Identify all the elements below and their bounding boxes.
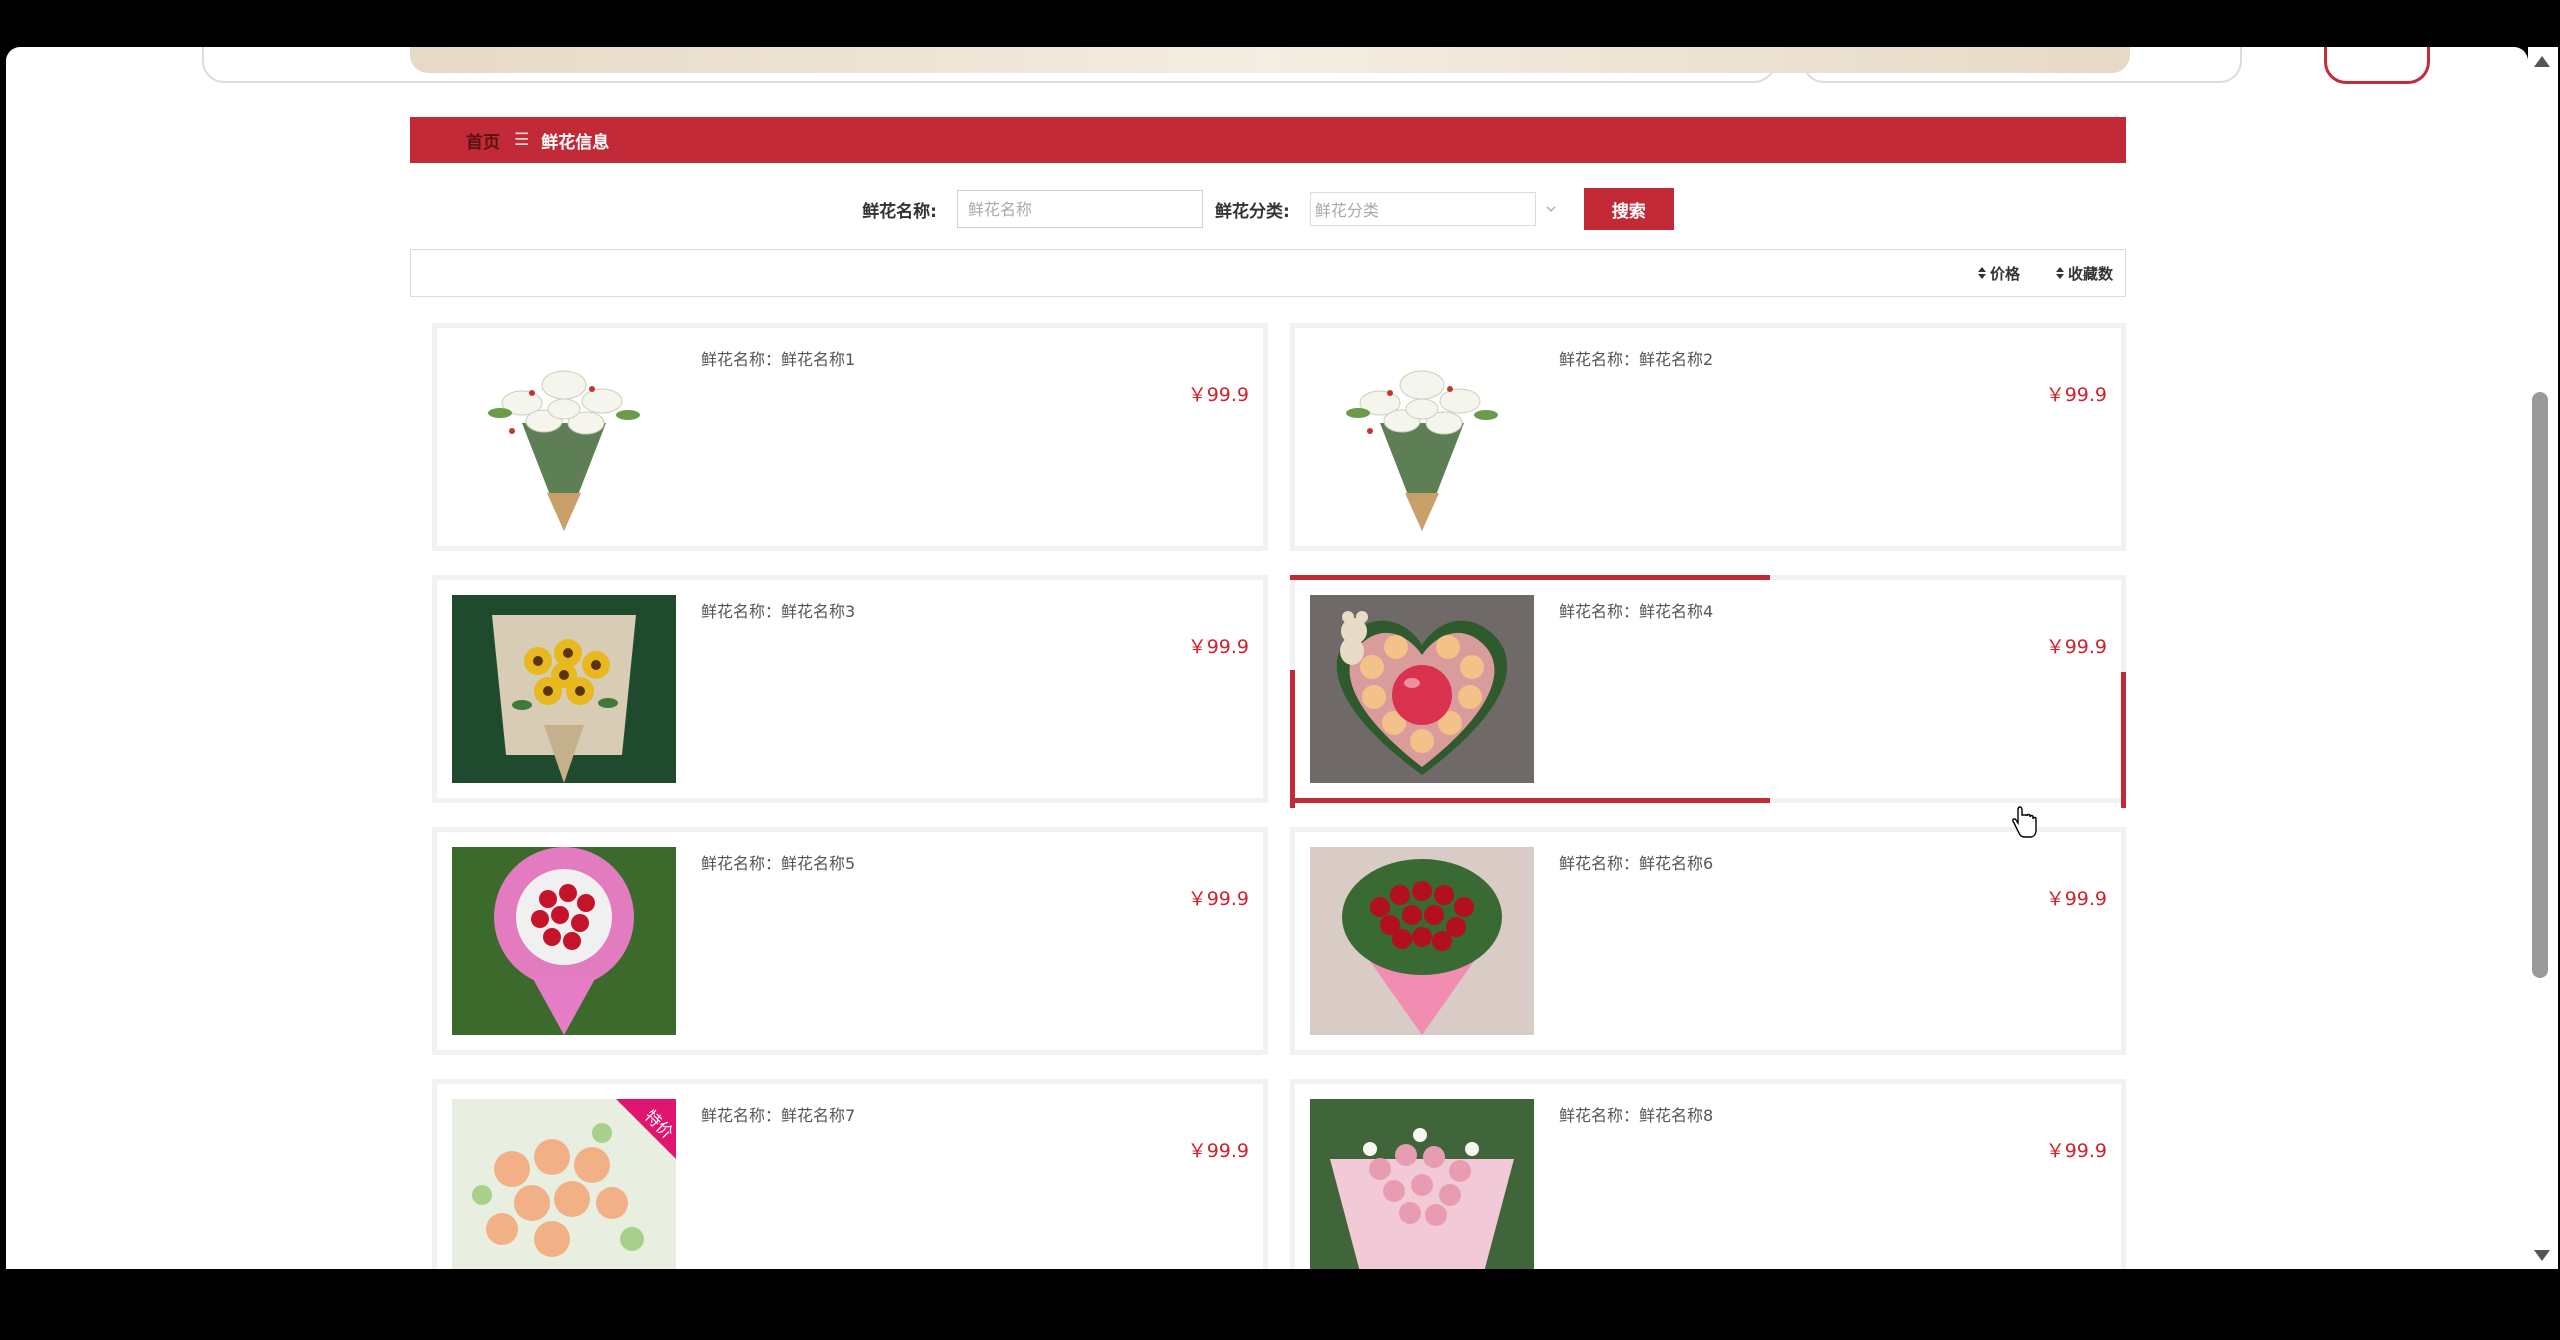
product-card[interactable]: 鲜花名称：鲜花名称3 ￥99.9 bbox=[432, 575, 1268, 803]
scroll-down-arrow-icon[interactable] bbox=[2534, 1250, 2550, 1261]
chevron-down-icon bbox=[1546, 206, 1556, 212]
product-price: ￥99.9 bbox=[2045, 888, 2107, 910]
flower-name-label: 鲜花名称: bbox=[862, 201, 937, 222]
lily-bouquet-image[interactable] bbox=[452, 343, 676, 531]
hand-cursor-icon bbox=[2012, 806, 2037, 838]
product-grid: 鲜花名称：鲜花名称1 ￥99.9 鲜花名称：鲜花名称2 ￥99.9 鲜花名称：鲜… bbox=[432, 323, 2126, 1269]
product-name[interactable]: 鲜花名称：鲜花名称5 bbox=[701, 850, 855, 874]
breadcrumb-current: 鲜花信息 bbox=[541, 132, 610, 153]
sort-icon bbox=[2055, 267, 2064, 279]
product-card[interactable]: 鲜花名称：鲜花名称5 ￥99.9 bbox=[432, 827, 1268, 1055]
product-card[interactable]: 鲜花名称：鲜花名称2 ￥99.9 bbox=[1290, 323, 2126, 551]
flower-category-label: 鲜花分类: bbox=[1215, 201, 1290, 222]
sort-favorites-label: 收藏数 bbox=[2067, 264, 2113, 283]
flower-category-select[interactable]: 鲜花分类 bbox=[1309, 192, 1556, 226]
search-button[interactable]: 搜索 bbox=[1583, 188, 1674, 230]
scroll-up-arrow-icon[interactable] bbox=[2534, 56, 2550, 67]
product-card[interactable]: 鲜花名称：鲜花名称4 ￥99.9 bbox=[1290, 575, 2126, 808]
product-card[interactable]: 鲜花名称：鲜花名称1 ￥99.9 bbox=[432, 323, 1268, 551]
product-price: ￥99.9 bbox=[2045, 384, 2107, 406]
sort-icon bbox=[1977, 267, 1986, 279]
product-name[interactable]: 鲜花名称：鲜花名称4 bbox=[1559, 598, 1713, 622]
breadcrumb-home-link[interactable]: 首页 bbox=[466, 128, 500, 153]
sort-by-price[interactable]: 价格 bbox=[1977, 263, 2020, 284]
breadcrumb-separator-icon: ☰ bbox=[514, 130, 530, 150]
red-roses-pink-wrap-image[interactable] bbox=[452, 847, 676, 1035]
top-button-partial[interactable] bbox=[2324, 47, 2430, 84]
product-name[interactable]: 鲜花名称：鲜花名称2 bbox=[1559, 346, 1713, 370]
product-card[interactable]: 鲜花名称：鲜花名称8 ￥99.9 bbox=[1290, 1079, 2126, 1269]
product-name[interactable]: 鲜花名称：鲜花名称1 bbox=[701, 346, 855, 370]
hover-border-left bbox=[1290, 670, 1295, 808]
product-price: ￥99.9 bbox=[1187, 1140, 1249, 1162]
product-name[interactable]: 鲜花名称：鲜花名称7 bbox=[701, 1102, 855, 1126]
red-roses-bouquet-image[interactable] bbox=[1310, 847, 1534, 1035]
product-price: ￥99.9 bbox=[1187, 636, 1249, 658]
product-name[interactable]: 鲜花名称：鲜花名称3 bbox=[701, 598, 855, 622]
product-price: ￥99.9 bbox=[1187, 384, 1249, 406]
banner-strip bbox=[410, 47, 2130, 73]
hover-border-right bbox=[2121, 672, 2126, 808]
sort-price-label: 价格 bbox=[1989, 264, 2020, 283]
sort-bar: 价格 收藏数 bbox=[410, 249, 2126, 297]
flower-category-placeholder[interactable]: 鲜花分类 bbox=[1309, 192, 1536, 226]
search-bar: 鲜花名称: 鲜花分类: 鲜花分类 搜索 bbox=[410, 187, 2126, 231]
peach-roses-bouquet-image[interactable]: 特价 bbox=[452, 1099, 676, 1269]
breadcrumb: 首页 ☰ 鲜花信息 bbox=[410, 117, 2126, 163]
product-card[interactable]: 特价 鲜花名称：鲜花名称7 ￥99.9 bbox=[432, 1079, 1268, 1269]
heart-roses-apple-image[interactable] bbox=[1310, 595, 1534, 783]
browser-viewport: 首页 ☰ 鲜花信息 鲜花名称: 鲜花分类: 鲜花分类 搜索 价格 收藏数 bbox=[6, 47, 2528, 1269]
product-price: ￥99.9 bbox=[2045, 1140, 2107, 1162]
sunflower-bouquet-image[interactable] bbox=[452, 595, 676, 783]
flower-name-input[interactable] bbox=[957, 190, 1203, 228]
product-card[interactable]: 鲜花名称：鲜花名称6 ￥99.9 bbox=[1290, 827, 2126, 1055]
scrollbar-thumb[interactable] bbox=[2532, 392, 2548, 978]
product-name[interactable]: 鲜花名称：鲜花名称8 bbox=[1559, 1102, 1713, 1126]
product-name[interactable]: 鲜花名称：鲜花名称6 bbox=[1559, 850, 1713, 874]
pink-mixed-bouquet-image[interactable] bbox=[1310, 1099, 1534, 1269]
sort-by-favorites[interactable]: 收藏数 bbox=[2055, 263, 2113, 284]
product-price: ￥99.9 bbox=[1187, 888, 1249, 910]
lily-bouquet-image[interactable] bbox=[1310, 343, 1534, 531]
product-price: ￥99.9 bbox=[2045, 636, 2107, 658]
